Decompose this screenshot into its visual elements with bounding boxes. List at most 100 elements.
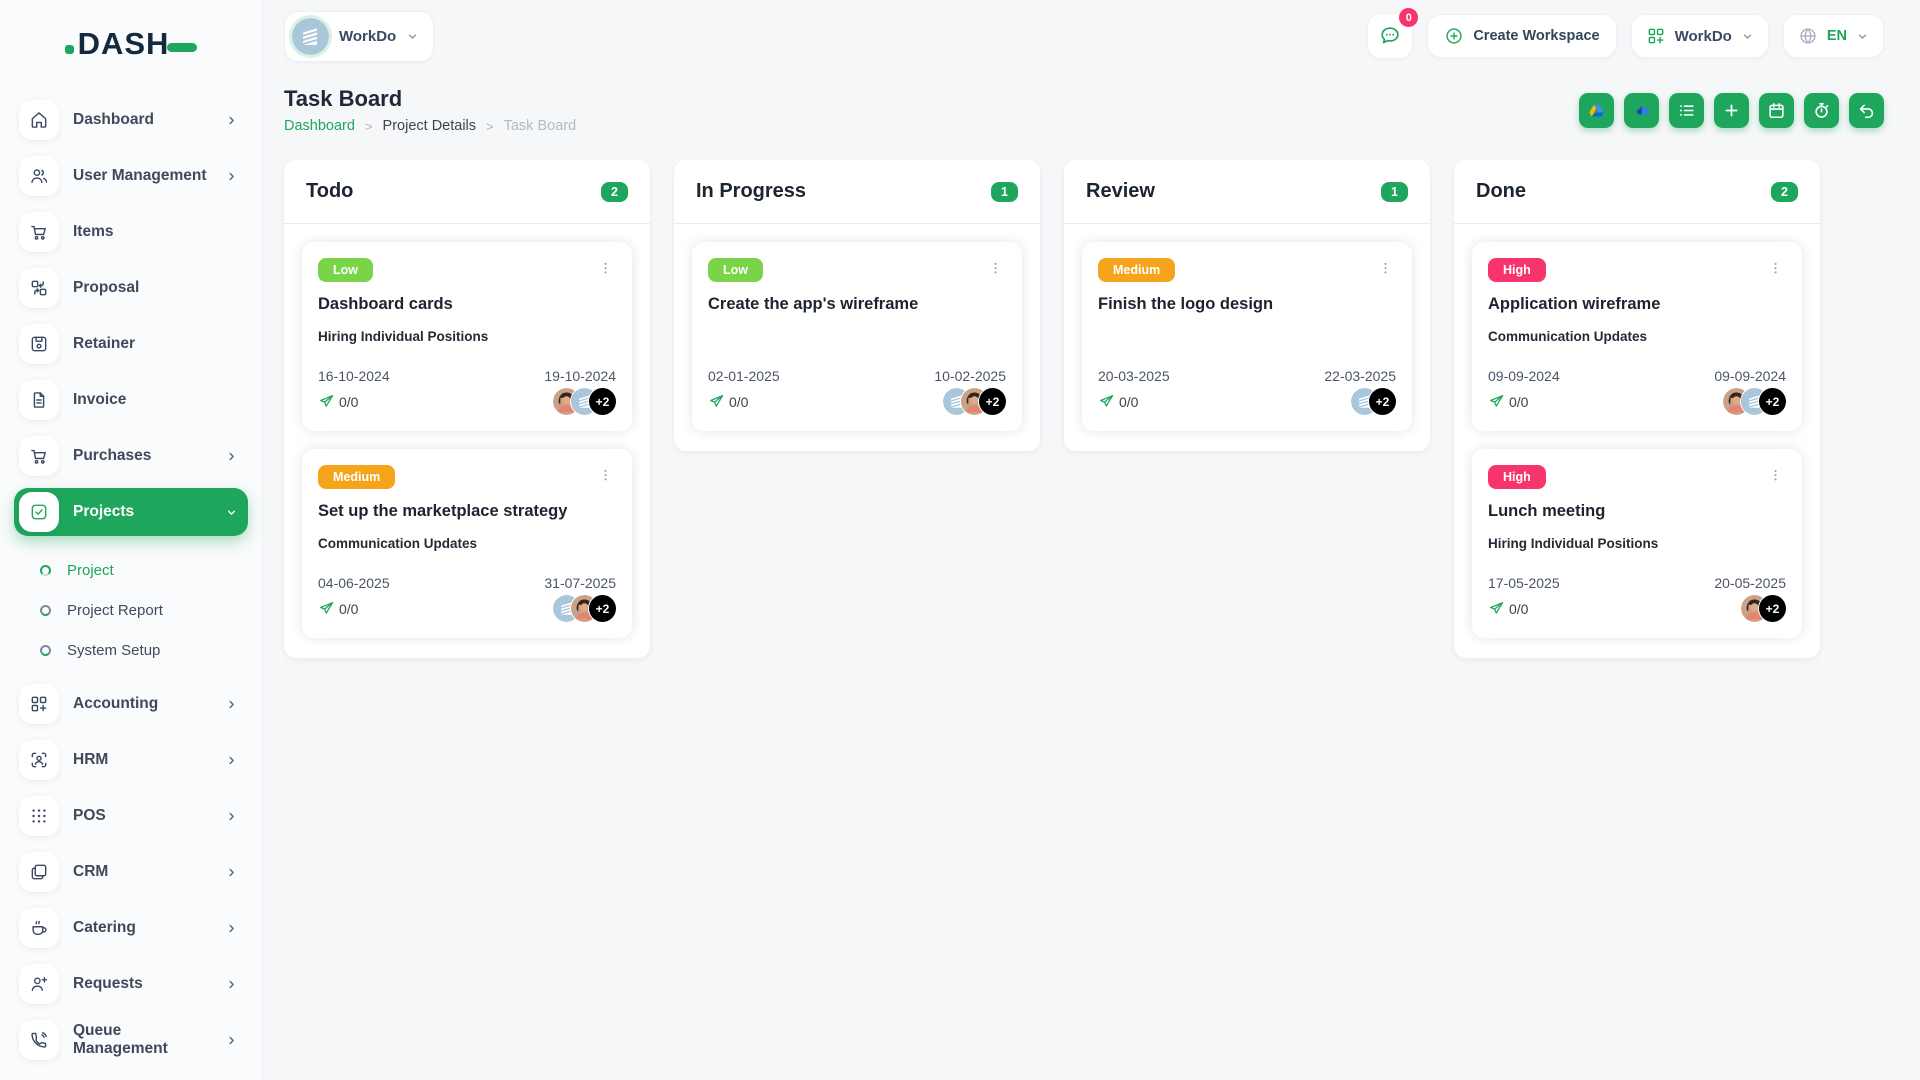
sidebar-subitem-project[interactable]: Project bbox=[40, 550, 248, 590]
milestone-list-button[interactable] bbox=[1669, 92, 1704, 128]
task-card[interactable]: High Application wireframe Communication U… bbox=[1472, 242, 1802, 431]
create-workspace-button[interactable]: Create Workspace bbox=[1427, 14, 1617, 58]
back-button[interactable] bbox=[1849, 92, 1884, 128]
sidebar-item-proposal[interactable]: Proposal bbox=[14, 264, 248, 312]
column-count-badge: 2 bbox=[601, 181, 628, 202]
card-top-row: Medium bbox=[1098, 258, 1396, 282]
chevron-right-icon bbox=[225, 754, 238, 767]
messages-button[interactable]: 0 bbox=[1367, 8, 1419, 59]
plus-icon bbox=[1722, 101, 1741, 120]
sidebar-item-crm[interactable]: CRM bbox=[14, 848, 248, 896]
task-progress-value: 0/0 bbox=[1509, 393, 1529, 410]
task-end-date: 22-03-2025 bbox=[1324, 368, 1396, 384]
card-menu-button[interactable] bbox=[1765, 465, 1786, 486]
save-icon bbox=[19, 324, 59, 364]
sidebar-subitem-label: Project bbox=[67, 561, 114, 579]
chevron-down-icon bbox=[406, 30, 419, 43]
sidebar-nav: Dashboard User Management Items Proposal Ret… bbox=[0, 96, 262, 1064]
task-card[interactable]: Medium Finish the logo design 20-03-2025 22… bbox=[1082, 242, 1412, 431]
sidebar-item-pos[interactable]: POS bbox=[14, 792, 248, 840]
priority-badge: Low bbox=[318, 258, 373, 282]
sidebar-item-items[interactable]: Items bbox=[14, 208, 248, 256]
sidebar-item-retainer[interactable]: Retainer bbox=[14, 320, 248, 368]
chevron-right-icon bbox=[225, 1034, 238, 1047]
sidebar-item-projects[interactable]: Projects bbox=[14, 488, 248, 536]
chevron-right-icon bbox=[225, 114, 238, 127]
sidebar-subitem-system-setup[interactable]: System Setup bbox=[40, 630, 248, 670]
chevron-right-icon bbox=[225, 810, 238, 823]
extra-members-badge[interactable]: +2 bbox=[589, 595, 616, 622]
sidebar-item-accounting[interactable]: Accounting bbox=[14, 680, 248, 728]
task-progress: 0/0 bbox=[318, 600, 358, 617]
card-menu-button[interactable] bbox=[1375, 258, 1396, 279]
sidebar-subitem-project-report[interactable]: Project Report bbox=[40, 590, 248, 630]
card-menu-button[interactable] bbox=[1765, 258, 1786, 279]
task-card[interactable]: Low Create the app's wireframe 02-01-2025 1… bbox=[692, 242, 1022, 431]
app-logo[interactable]: DASH bbox=[0, 18, 262, 70]
task-avatars: +2 bbox=[1741, 595, 1786, 622]
task-card[interactable]: Medium Set up the marketplace strategy Com… bbox=[302, 449, 632, 638]
circle-icon bbox=[40, 604, 51, 616]
task-card[interactable]: High Lunch meeting Hiring Individual Posit… bbox=[1472, 449, 1802, 638]
priority-badge: High bbox=[1488, 258, 1546, 282]
task-title: Lunch meeting bbox=[1488, 502, 1606, 520]
extra-members-badge[interactable]: +2 bbox=[1369, 388, 1396, 415]
calendar-button[interactable] bbox=[1759, 92, 1794, 128]
dots-grid-icon bbox=[19, 796, 59, 836]
sidebar-item-catering[interactable]: Catering bbox=[14, 904, 248, 952]
google-drive-button[interactable] bbox=[1579, 92, 1614, 128]
sidebar-item-requests[interactable]: Requests bbox=[14, 960, 248, 1008]
card-menu-button[interactable] bbox=[985, 258, 1006, 279]
workspace-avatar bbox=[292, 17, 329, 55]
tracker-button[interactable] bbox=[1804, 92, 1839, 128]
language-label: EN bbox=[1826, 28, 1847, 44]
card-top-row: High bbox=[1488, 258, 1786, 282]
sidebar-item-purchases[interactable]: Purchases bbox=[14, 432, 248, 480]
extra-members-badge[interactable]: +2 bbox=[1759, 595, 1786, 622]
page-header: Task Board Dashboard > Project Details > Tas… bbox=[284, 86, 1884, 134]
onedrive-button[interactable] bbox=[1624, 92, 1659, 128]
sidebar-item-queue-management[interactable]: Queue Management bbox=[14, 1016, 248, 1064]
task-progress-value: 0/0 bbox=[339, 600, 359, 617]
card-menu-button[interactable] bbox=[595, 258, 616, 279]
sidebar-item-invoice[interactable]: Invoice bbox=[14, 376, 248, 424]
undo-icon bbox=[1857, 101, 1876, 120]
sidebar-item-label: Requests bbox=[73, 975, 143, 992]
board-column-review: Review 1 Medium Finish the logo design 20-03… bbox=[1064, 160, 1430, 451]
sidebar-item-label: Queue Management bbox=[73, 1022, 168, 1057]
task-start-date: 09-09-2024 bbox=[1488, 368, 1560, 384]
extra-members-badge[interactable]: +2 bbox=[589, 388, 616, 415]
extra-members-badge[interactable]: +2 bbox=[979, 388, 1006, 415]
card-top-row: Low bbox=[318, 258, 616, 282]
sidebar-item-dashboard[interactable]: Dashboard bbox=[14, 96, 248, 144]
breadcrumb-item: Task Board bbox=[503, 118, 577, 134]
card-footer: 0/0 +2 bbox=[318, 388, 616, 415]
card-menu-button[interactable] bbox=[595, 465, 616, 486]
task-start-date: 17-05-2025 bbox=[1488, 575, 1560, 591]
task-card[interactable]: Low Dashboard cards Hiring Individual Posi… bbox=[302, 242, 632, 431]
extra-members-badge[interactable]: +2 bbox=[1759, 388, 1786, 415]
task-start-date: 02-01-2025 bbox=[708, 368, 780, 384]
board-column-todo: Todo 2 Low Dashboard cards Hiring Individual… bbox=[284, 160, 650, 658]
sidebar-item-hrm[interactable]: HRM bbox=[14, 736, 248, 784]
breadcrumb-item[interactable]: Dashboard bbox=[284, 118, 355, 134]
send-icon bbox=[708, 393, 725, 410]
card-top-row: High bbox=[1488, 465, 1786, 489]
add-task-button[interactable] bbox=[1714, 92, 1749, 128]
sidebar-item-label: Projects bbox=[73, 503, 135, 520]
chevron-right-icon bbox=[225, 866, 238, 879]
sidebar-item-user-management[interactable]: User Management bbox=[14, 152, 248, 200]
logo-text: DASH bbox=[77, 26, 170, 61]
workspace-selector[interactable]: WorkDo bbox=[284, 10, 435, 62]
column-body: High Application wireframe Communication U… bbox=[1454, 224, 1820, 658]
chevron-right-icon bbox=[225, 450, 238, 463]
breadcrumb-item: Project Details bbox=[382, 118, 477, 134]
language-selector[interactable]: EN bbox=[1782, 14, 1884, 58]
task-dates: 09-09-2024 09-09-2024 bbox=[1488, 368, 1786, 384]
create-workspace-label: Create Workspace bbox=[1473, 28, 1600, 44]
user-scan-icon bbox=[19, 740, 59, 780]
workdo-menu-button[interactable]: WorkDo bbox=[1630, 14, 1769, 58]
column-header: Review 1 bbox=[1064, 160, 1430, 224]
circle-icon bbox=[40, 564, 51, 576]
cart-icon bbox=[19, 436, 59, 476]
